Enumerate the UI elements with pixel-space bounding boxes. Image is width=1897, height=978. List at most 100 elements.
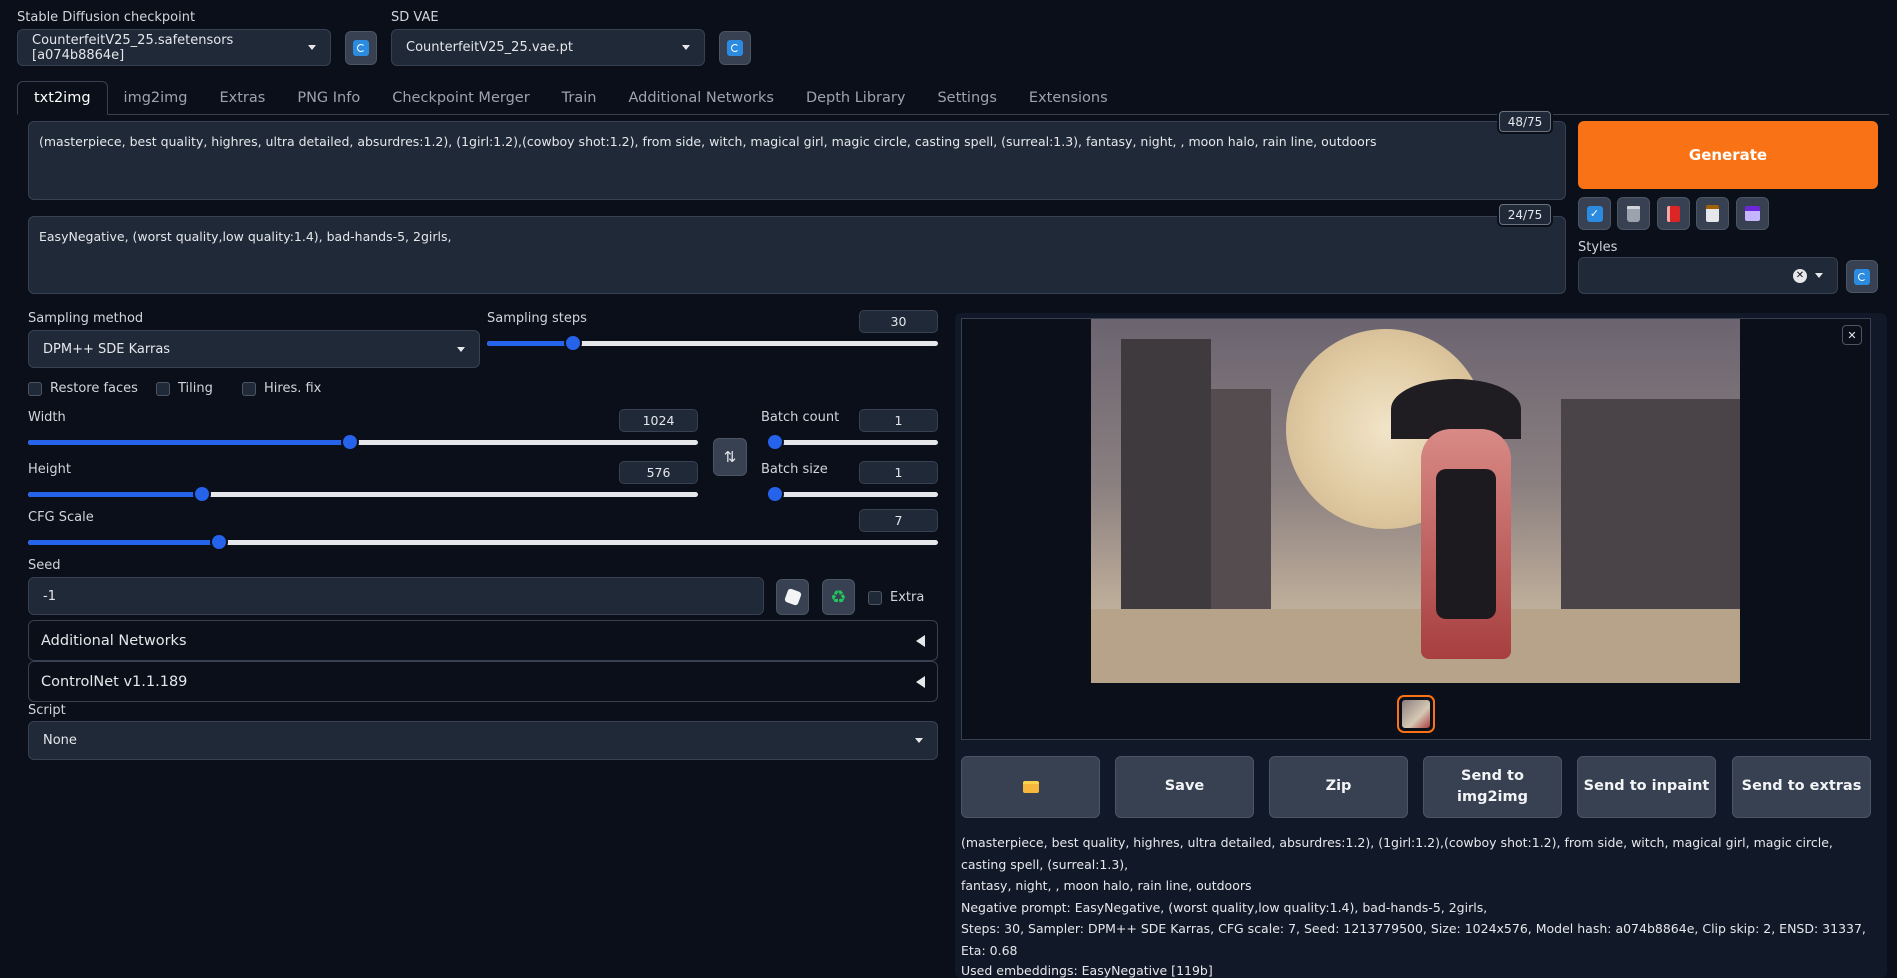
- tab-depth-library[interactable]: Depth Library: [790, 81, 921, 115]
- tab-img2img[interactable]: img2img: [108, 81, 204, 115]
- prompt-token-counter: 48/75: [1499, 111, 1551, 132]
- prompt-textarea[interactable]: (masterpiece, best quality, highres, ult…: [28, 121, 1566, 200]
- show-extra-networks-button[interactable]: ✓: [1578, 197, 1611, 230]
- generated-image[interactable]: [1091, 319, 1740, 683]
- tab-extensions[interactable]: Extensions: [1013, 81, 1124, 115]
- restore-faces-checkbox[interactable]: Restore faces: [28, 381, 138, 396]
- width-slider[interactable]: [28, 434, 698, 450]
- send-to-extras-button[interactable]: Send to extras: [1732, 756, 1871, 818]
- checkbox-box[interactable]: [156, 381, 170, 396]
- dice-icon: [783, 588, 802, 606]
- random-seed-button[interactable]: [776, 579, 809, 615]
- hires-fix-checkbox[interactable]: Hires. fix: [242, 381, 321, 396]
- refresh-vae-button[interactable]: [719, 31, 751, 65]
- open-folder-button[interactable]: [961, 756, 1100, 818]
- slider-handle[interactable]: [565, 336, 580, 350]
- refresh-styles-button[interactable]: [1846, 260, 1878, 293]
- vae-dropdown[interactable]: CounterfeitV25_25.vae.pt: [391, 29, 705, 66]
- generation-info: (masterpiece, best quality, highres, ult…: [961, 832, 1881, 961]
- controlnet-accordion[interactable]: ControlNet v1.1.189: [28, 661, 938, 702]
- negative-prompt-textarea[interactable]: EasyNegative, (worst quality,low quality…: [28, 216, 1566, 294]
- sampling-steps-label: Sampling steps: [487, 311, 587, 326]
- height-input[interactable]: 576: [619, 461, 698, 484]
- checkpoint-dropdown[interactable]: CounterfeitV25_25.safetensors [a074b8864…: [17, 29, 331, 66]
- batch-size-label: Batch size: [761, 462, 828, 477]
- tab-settings[interactable]: Settings: [921, 81, 1012, 115]
- gallery-thumbnail[interactable]: [1397, 695, 1435, 733]
- additional-networks-accordion[interactable]: Additional Networks: [28, 620, 938, 661]
- width-input[interactable]: 1024: [619, 409, 698, 432]
- tab-checkpoint-merger[interactable]: Checkpoint Merger: [376, 81, 545, 115]
- slider-handle[interactable]: [768, 435, 782, 449]
- cfg-scale-slider[interactable]: [28, 534, 938, 550]
- sampling-method-dropdown[interactable]: DPM++ SDE Karras: [28, 330, 480, 368]
- main-tabs: txt2img img2img Extras PNG Info Checkpoi…: [17, 81, 1124, 115]
- batch-size-input[interactable]: 1: [859, 461, 938, 484]
- tab-txt2img[interactable]: txt2img: [17, 81, 108, 115]
- refresh-icon: [727, 40, 743, 56]
- script-label: Script: [28, 703, 66, 718]
- reuse-seed-button[interactable]: ♻: [822, 579, 855, 615]
- batch-count-slider[interactable]: [768, 434, 938, 450]
- generation-info-prompt-line-1: (masterpiece, best quality, highres, ult…: [961, 835, 1833, 872]
- tiling-label: Tiling: [178, 381, 213, 396]
- batch-count-label: Batch count: [761, 410, 840, 425]
- tab-png-info[interactable]: PNG Info: [281, 81, 376, 115]
- floppy-disk-icon: [1745, 206, 1760, 221]
- chevron-down-icon: [682, 45, 690, 50]
- sampling-steps-slider[interactable]: [487, 335, 938, 351]
- checkbox-box[interactable]: [242, 381, 256, 396]
- refresh-checkpoint-button[interactable]: [345, 31, 377, 65]
- seed-input[interactable]: -1: [28, 577, 764, 615]
- tiling-checkbox[interactable]: Tiling: [156, 381, 213, 396]
- clear-prompt-button[interactable]: [1617, 197, 1650, 230]
- slider-handle[interactable]: [768, 487, 782, 501]
- script-dropdown[interactable]: None: [28, 721, 938, 760]
- width-label: Width: [28, 410, 66, 425]
- apply-style-button[interactable]: [1696, 197, 1729, 230]
- collapse-triangle-icon: [916, 675, 925, 688]
- street: [1091, 609, 1740, 683]
- clear-icon[interactable]: ✕: [1793, 268, 1807, 283]
- send-to-inpaint-button[interactable]: Send to inpaint: [1577, 756, 1716, 818]
- seed-extra-checkbox[interactable]: Extra: [868, 590, 924, 605]
- slider-handle[interactable]: [212, 535, 227, 549]
- height-slider[interactable]: [28, 486, 698, 502]
- seed-extra-label: Extra: [890, 590, 925, 605]
- read-generation-params-button[interactable]: [1657, 197, 1690, 230]
- sampling-method-value: DPM++ SDE Karras: [43, 341, 171, 357]
- styles-label: Styles: [1578, 240, 1618, 255]
- zip-button[interactable]: Zip: [1269, 756, 1408, 818]
- red-book-icon: [1667, 205, 1680, 222]
- batch-count-input[interactable]: 1: [859, 409, 938, 432]
- trash-icon: [1627, 205, 1640, 222]
- refresh-icon: [1854, 268, 1870, 285]
- checkpoint-value: CounterfeitV25_25.safetensors [a074b8864…: [32, 32, 234, 63]
- slider-handle[interactable]: [195, 487, 210, 501]
- styles-dropdown[interactable]: ✕: [1578, 257, 1838, 294]
- swap-dimensions-button[interactable]: ⇅: [713, 438, 747, 476]
- checkbox-box[interactable]: [28, 381, 42, 396]
- slider-handle[interactable]: [342, 435, 357, 449]
- used-embeddings: Used embeddings: EasyNegative [119b]: [961, 963, 1213, 978]
- generate-button[interactable]: Generate: [1578, 121, 1878, 189]
- thumbnail-image: [1402, 700, 1430, 728]
- tab-additional-networks[interactable]: Additional Networks: [612, 81, 790, 115]
- tab-extras[interactable]: Extras: [204, 81, 282, 115]
- generation-info-negative: Negative prompt: EasyNegative, (worst qu…: [961, 899, 1488, 915]
- generation-info-params: Steps: 30, Sampler: DPM++ SDE Karras, CF…: [961, 921, 1866, 958]
- batch-size-slider[interactable]: [768, 486, 938, 502]
- folder-icon: [1022, 781, 1039, 793]
- seed-value: -1: [43, 588, 56, 604]
- save-style-button[interactable]: [1736, 197, 1769, 230]
- save-button[interactable]: Save: [1115, 756, 1254, 818]
- chevron-down-icon: [308, 45, 316, 50]
- close-icon[interactable]: ✕: [1842, 325, 1862, 345]
- vae-value: CounterfeitV25_25.vae.pt: [406, 40, 573, 55]
- send-to-img2img-button[interactable]: Send to img2img: [1423, 756, 1562, 818]
- sampling-steps-input[interactable]: 30: [859, 310, 938, 333]
- generation-info-prompt-line-2: fantasy, night, , moon halo, rain line, …: [961, 878, 1252, 893]
- cfg-scale-input[interactable]: 7: [859, 509, 938, 532]
- checkbox-box[interactable]: [868, 590, 882, 605]
- tab-train[interactable]: Train: [546, 81, 613, 115]
